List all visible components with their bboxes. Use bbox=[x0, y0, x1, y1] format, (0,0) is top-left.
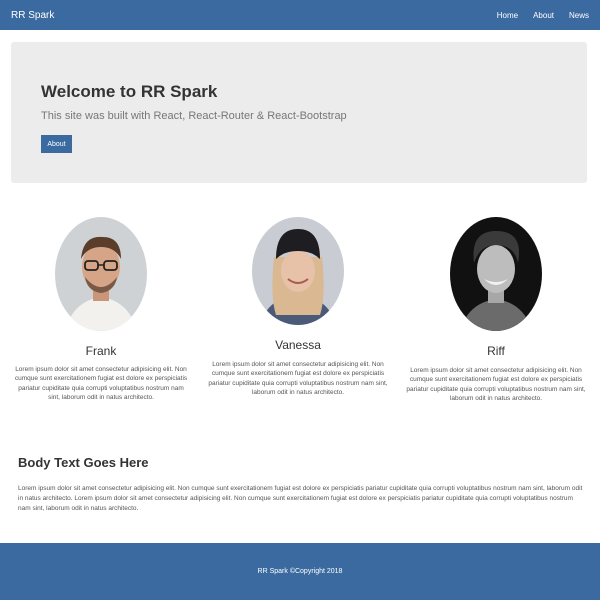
profile-description-riff: Lorem ipsum dolor sit amet consectetur a… bbox=[406, 367, 586, 403]
jumbotron-title: Welcome to RR Spark bbox=[41, 82, 218, 101]
profile-description-frank: Lorem ipsum dolor sit amet consectetur a… bbox=[14, 366, 188, 402]
nav-links: Home About News bbox=[497, 11, 589, 20]
body-text: Lorem ipsum dolor sit amet consectetur a… bbox=[18, 485, 583, 513]
avatar-riff bbox=[450, 217, 542, 331]
portrait-riff bbox=[450, 217, 542, 331]
body-title: Body Text Goes Here bbox=[18, 455, 149, 470]
about-button[interactable]: About bbox=[41, 135, 72, 153]
jumbotron-subtitle: This site was built with React, React-Ro… bbox=[41, 110, 347, 122]
nav-link-about[interactable]: About bbox=[533, 11, 554, 20]
navbar-brand[interactable]: RR Spark bbox=[11, 10, 54, 21]
profile-card-frank: Frank Lorem ipsum dolor sit amet consect… bbox=[12, 217, 190, 403]
profile-name-riff: Riff bbox=[487, 344, 505, 358]
avatar-vanessa bbox=[252, 217, 344, 325]
profile-card-riff: Riff Lorem ipsum dolor sit amet consecte… bbox=[406, 217, 586, 404]
nav-link-news[interactable]: News bbox=[569, 11, 589, 20]
footer: RR Spark ©Copyright 2018 bbox=[0, 543, 600, 600]
nav-link-home[interactable]: Home bbox=[497, 11, 518, 20]
profile-name-frank: Frank bbox=[85, 344, 117, 358]
avatar-frank bbox=[55, 217, 147, 331]
profile-name-vanessa: Vanessa bbox=[275, 338, 321, 352]
jumbotron: Welcome to RR Spark This site was built … bbox=[11, 42, 587, 183]
portrait-frank bbox=[55, 217, 147, 331]
footer-copyright: RR Spark ©Copyright 2018 bbox=[257, 568, 343, 575]
portrait-vanessa bbox=[252, 217, 344, 325]
profile-card-vanessa: Vanessa Lorem ipsum dolor sit amet conse… bbox=[208, 217, 388, 398]
navbar: RR Spark Home About News bbox=[0, 0, 600, 30]
profile-description-vanessa: Lorem ipsum dolor sit amet consectetur a… bbox=[208, 361, 388, 397]
